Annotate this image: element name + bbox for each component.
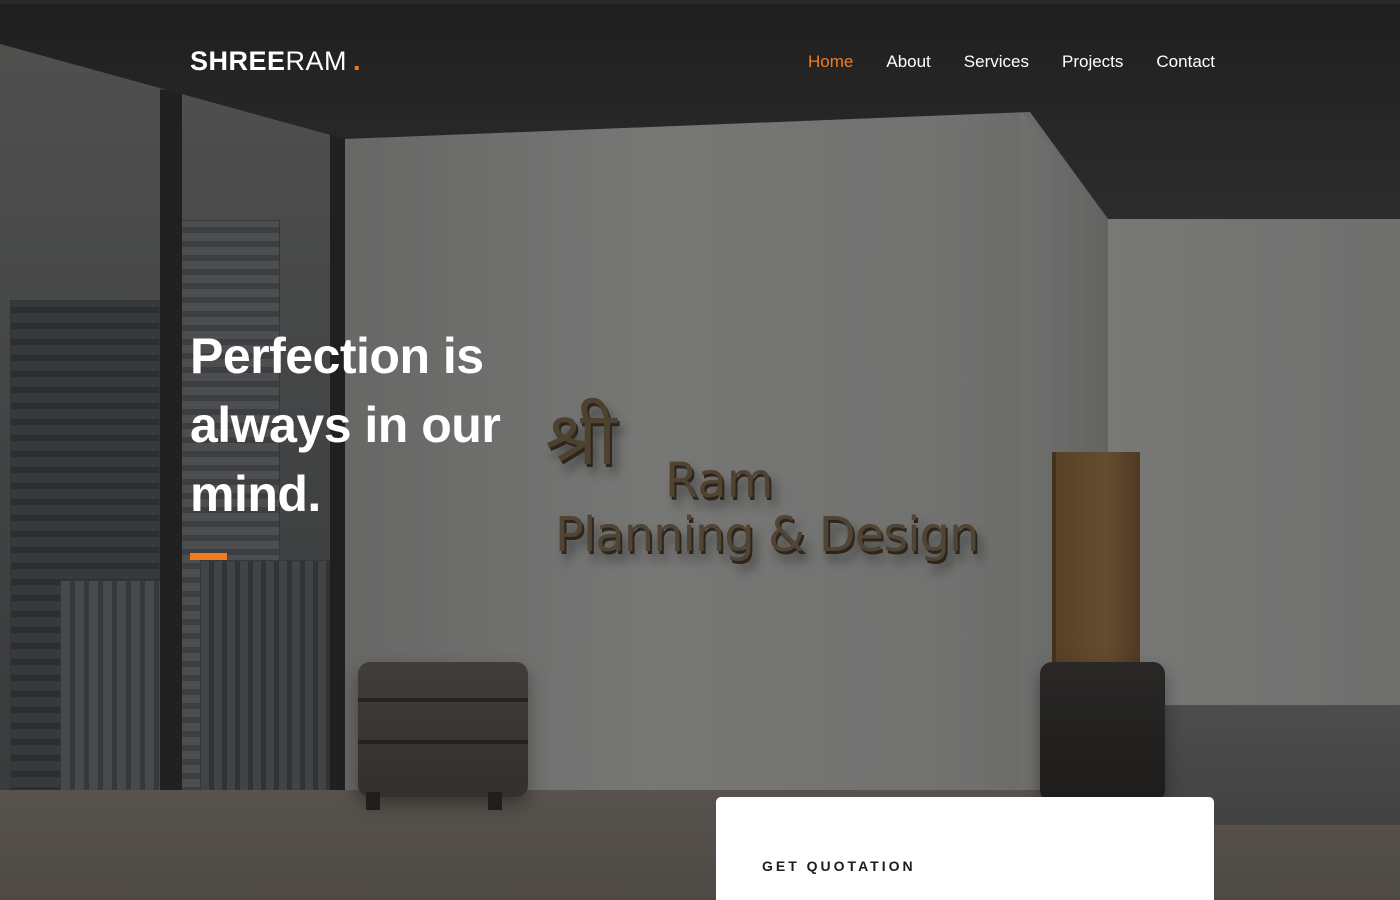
nav-contact[interactable]: Contact [1156, 52, 1215, 72]
main-nav: Home About Services Projects Contact [808, 52, 1215, 72]
hero-headline-line: mind. [190, 466, 321, 522]
nav-home[interactable]: Home [808, 52, 853, 72]
hero-headline-line: Perfection is [190, 328, 484, 384]
hero-headline-line: always in our [190, 397, 501, 453]
brand-light: RAM [285, 46, 348, 76]
quotation-title: GET QUOTATION [762, 858, 916, 874]
nav-about[interactable]: About [886, 52, 930, 72]
brand-bold: SHREE [190, 46, 286, 76]
accent-bar [190, 553, 227, 560]
brand-logo[interactable]: SHREERAM. [190, 46, 361, 77]
nav-projects[interactable]: Projects [1062, 52, 1123, 72]
quotation-card[interactable]: GET QUOTATION [716, 797, 1214, 900]
brand-dot: . [353, 46, 362, 76]
hero-headline: Perfection is always in our mind. [190, 322, 550, 529]
nav-services[interactable]: Services [964, 52, 1029, 72]
